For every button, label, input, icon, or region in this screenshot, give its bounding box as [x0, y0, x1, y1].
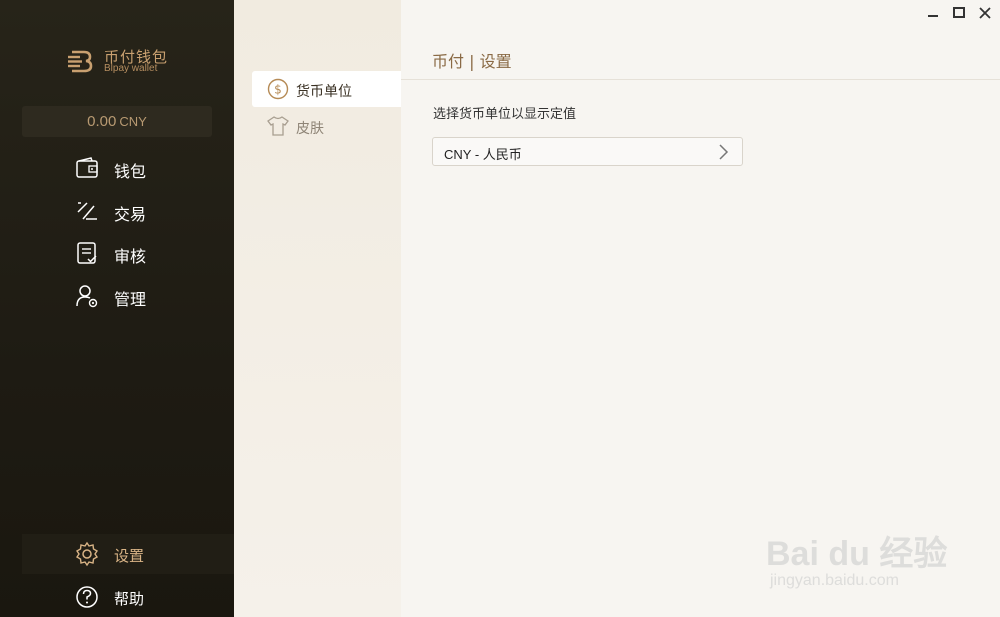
sidebar-item-settings[interactable]: 设置: [22, 534, 234, 574]
watermark-logo: Bai du 经验: [766, 535, 948, 573]
currency-select-value: CNY - 人民币: [444, 147, 522, 162]
title-divider: [401, 79, 1000, 80]
submenu-item-currency[interactable]: $ 货币单位: [252, 71, 401, 107]
sidebar-item-label: 管理: [114, 290, 147, 309]
watermark: Bai du 经验 jingyan.baidu.com: [766, 506, 986, 596]
gear-icon: [76, 541, 98, 567]
sidebar-item-wallet[interactable]: 钱包: [0, 150, 234, 186]
logo-name-en: Blpay wallet: [104, 63, 158, 74]
watermark-url: jingyan.baidu.com: [770, 572, 899, 589]
balance-unit: CNY: [119, 114, 147, 129]
balance-display: 0.00 CNY: [22, 106, 212, 137]
sidebar-item-label: 审核: [114, 247, 147, 266]
manage-icon: [76, 285, 98, 308]
transaction-icon: [77, 202, 97, 220]
help-icon: [76, 586, 98, 608]
minimize-icon[interactable]: [926, 6, 940, 20]
maximize-icon[interactable]: [952, 6, 966, 20]
sidebar-item-transaction[interactable]: 交易: [0, 193, 234, 229]
app-logo: 币付钱包 Blpay wallet: [66, 46, 176, 76]
sidebar-item-label: 交易: [114, 205, 147, 224]
sidebar: 币付钱包 Blpay wallet 0.00 CNY 钱包 交易 审核 管理 设…: [0, 0, 234, 617]
submenu-item-label: 皮肤: [296, 121, 324, 137]
review-icon: [77, 242, 97, 264]
close-icon[interactable]: [978, 6, 992, 20]
sidebar-item-help[interactable]: 帮助: [0, 580, 234, 614]
settings-submenu: $ 货币单位 皮肤: [234, 0, 401, 617]
submenu-item-skin[interactable]: 皮肤: [252, 108, 401, 144]
sidebar-item-label: 帮助: [114, 590, 145, 608]
sidebar-item-manage[interactable]: 管理: [0, 278, 234, 314]
chevron-right-icon: [719, 144, 729, 160]
currency-field-label: 选择货币单位以显示定值: [433, 107, 577, 122]
sidebar-item-label: 设置: [114, 547, 145, 565]
currency-select[interactable]: CNY - 人民币: [432, 137, 743, 166]
logo-mark-icon: [68, 50, 93, 73]
sidebar-item-review[interactable]: 审核: [0, 235, 234, 271]
shirt-icon: [267, 116, 289, 136]
wallet-icon: [76, 157, 98, 178]
page-title: 币付 | 设置: [432, 52, 512, 71]
submenu-item-label: 货币单位: [296, 84, 352, 100]
svg-text:$: $: [274, 83, 282, 97]
window-controls: [926, 6, 992, 22]
currency-icon: $: [267, 78, 289, 100]
sidebar-item-label: 钱包: [114, 162, 147, 181]
balance-amount: 0.00: [87, 113, 117, 130]
